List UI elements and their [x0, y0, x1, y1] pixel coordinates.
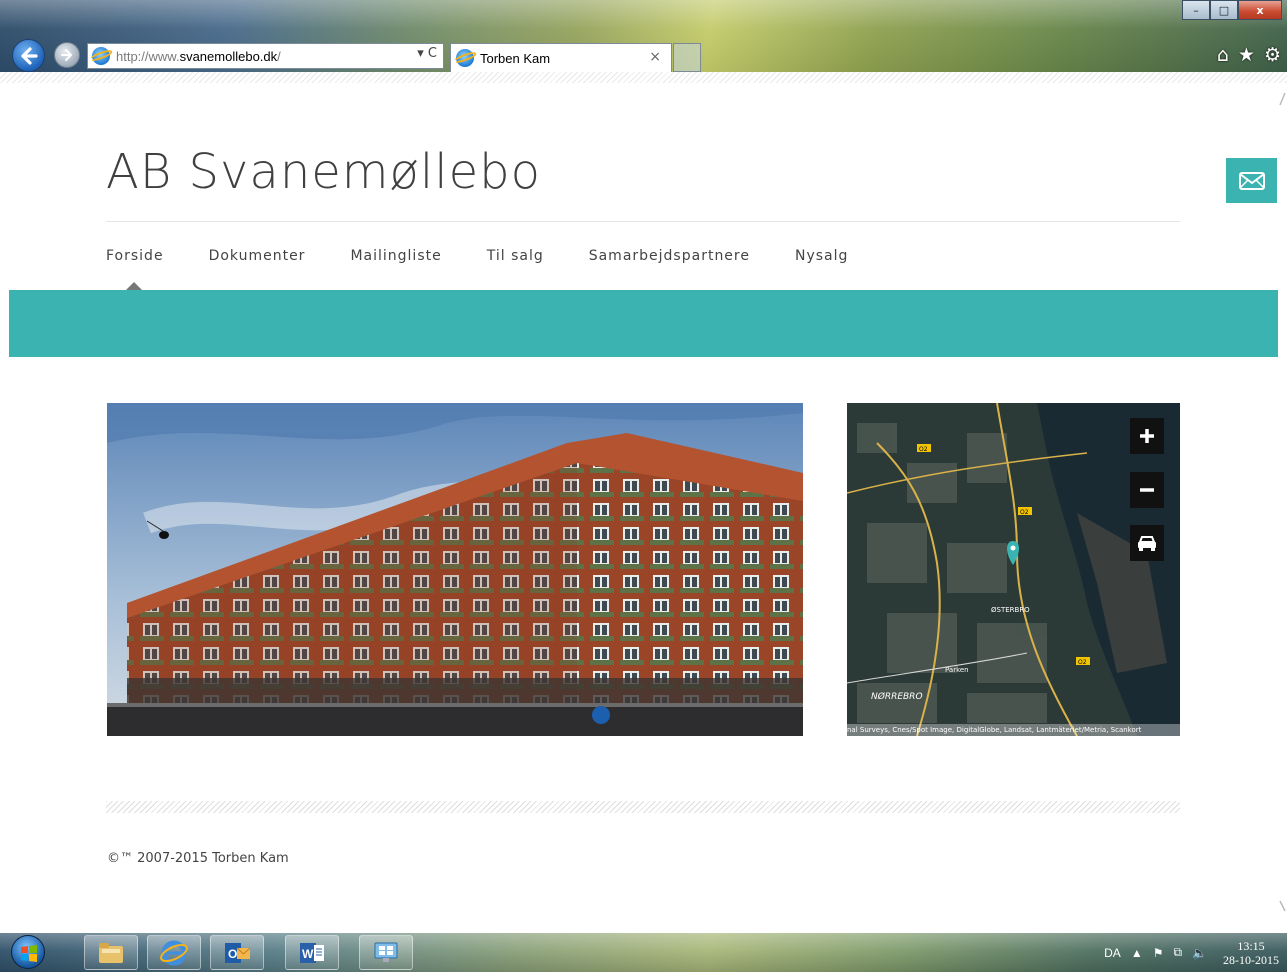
- map-zoom-out-button[interactable]: [1130, 472, 1164, 508]
- home-icon[interactable]: ⌂: [1217, 44, 1229, 66]
- footer-hatch: [106, 801, 1180, 813]
- building-photo: [107, 403, 803, 736]
- nav-item-samarbejdspartnere[interactable]: Samarbejdspartnere: [589, 248, 750, 264]
- nav-item-mailingliste[interactable]: Mailingliste: [350, 248, 441, 264]
- windows-logo-icon: [21, 945, 37, 962]
- nav-item-til-salg[interactable]: Til salg: [487, 248, 544, 264]
- browser-toolbar-icons: ⌂ ★ ⚙: [1217, 44, 1281, 66]
- close-button[interactable]: x: [1238, 0, 1282, 20]
- map-zoom-in-button[interactable]: [1130, 418, 1164, 454]
- network-icon[interactable]: ⧉: [1173, 945, 1182, 960]
- satellite-map[interactable]: O2 O2 O2 ØSTERBRO Parken NØRREBRO nal Su…: [847, 403, 1180, 736]
- tab-title: Torben Kam: [480, 50, 551, 66]
- system-tray: DA ▲ ⚑ ⧉ 🔈 13:15 28-10-2015: [1094, 933, 1279, 972]
- taskbar-outlook[interactable]: O: [210, 935, 264, 970]
- show-hidden-icons-icon[interactable]: ▲: [1131, 946, 1143, 960]
- word-icon: W: [300, 942, 324, 963]
- ie-icon: [160, 940, 188, 965]
- map-label-o2-c: O2: [1078, 659, 1087, 666]
- language-indicator[interactable]: DA: [1104, 946, 1121, 960]
- gear-icon[interactable]: ⚙: [1264, 44, 1281, 66]
- folder-icon: [99, 942, 123, 963]
- windows-taskbar: O W DA ▲ ⚑ ⧉ 🔈 13:15 28-10-2015: [0, 933, 1287, 972]
- back-button[interactable]: [12, 39, 45, 72]
- building-photo-graphic: [107, 403, 803, 736]
- clock[interactable]: 13:15 28-10-2015: [1223, 939, 1279, 967]
- minimize-button[interactable]: –: [1182, 0, 1210, 20]
- outlook-icon: O: [225, 942, 251, 963]
- page-scrollbar[interactable]: [1277, 83, 1287, 933]
- browser-chrome: http://www.svanemollebo.dk/ ▾ C Torben K…: [0, 0, 1287, 72]
- map-label-parken: Parken: [945, 666, 969, 674]
- tab-ie-icon: [456, 49, 474, 67]
- nav-item-nysalg[interactable]: Nysalg: [795, 248, 848, 264]
- clock-time: 13:15: [1237, 938, 1265, 953]
- title-divider: [106, 221, 1180, 222]
- envelope-icon: [1238, 171, 1265, 190]
- taskbar-explorer[interactable]: [84, 935, 138, 970]
- taskbar-word[interactable]: W: [285, 935, 339, 970]
- start-button[interactable]: [11, 935, 45, 969]
- dropdown-refresh-icon[interactable]: ▾ C: [417, 46, 437, 61]
- volume-icon[interactable]: 🔈: [1192, 946, 1207, 960]
- browser-tab[interactable]: Torben Kam ×: [450, 43, 672, 72]
- map-attribution: nal Surveys, Cnes/Spot Image, DigitalGlo…: [847, 724, 1180, 736]
- teal-banner: [9, 290, 1278, 357]
- nav-item-dokumenter[interactable]: Dokumenter: [209, 248, 306, 264]
- map-label-norrebro: NØRREBRO: [871, 691, 923, 702]
- taskbar-internet-explorer[interactable]: [147, 935, 201, 970]
- mail-button[interactable]: [1226, 158, 1277, 203]
- forward-button[interactable]: [54, 42, 80, 68]
- remote-desktop-icon: [374, 942, 398, 962]
- map-directions-button[interactable]: [1130, 525, 1164, 561]
- address-bar[interactable]: http://www.svanemollebo.dk/ ▾ C: [87, 43, 444, 69]
- star-icon[interactable]: ★: [1238, 44, 1255, 66]
- car-icon: [1138, 536, 1156, 551]
- svg-text:W: W: [302, 947, 314, 961]
- nav-item-forside[interactable]: Forside: [106, 248, 164, 264]
- minus-icon: [1140, 488, 1154, 492]
- header-hatch: [0, 72, 1287, 83]
- footer-copyright: ©™ 2007-2015 Torben Kam: [107, 851, 289, 866]
- window-controls: – □ x: [1182, 0, 1282, 20]
- map-label-osterbro: ØSTERBRO: [991, 606, 1030, 614]
- url-text: http://www.svanemollebo.dk/: [116, 48, 281, 64]
- maximize-button[interactable]: □: [1210, 0, 1238, 20]
- main-nav: Forside Dokumenter Mailingliste Til salg…: [106, 248, 893, 264]
- plus-icon: [1140, 429, 1154, 443]
- taskbar-remote-desktop[interactable]: [359, 935, 413, 970]
- arrow-right-icon: [61, 49, 72, 61]
- map-label-o2-a: O2: [919, 446, 928, 453]
- clock-date: 28-10-2015: [1223, 952, 1279, 967]
- ie-logo-icon: [92, 47, 110, 65]
- new-tab-button[interactable]: [673, 43, 701, 72]
- tab-close-icon[interactable]: ×: [649, 49, 661, 65]
- flag-icon[interactable]: ⚑: [1153, 946, 1164, 960]
- arrow-left-icon: [20, 46, 38, 65]
- map-label-o2-b: O2: [1020, 509, 1029, 516]
- svg-text:O: O: [228, 947, 237, 961]
- site-title: AB Svanemøllebo: [106, 144, 541, 200]
